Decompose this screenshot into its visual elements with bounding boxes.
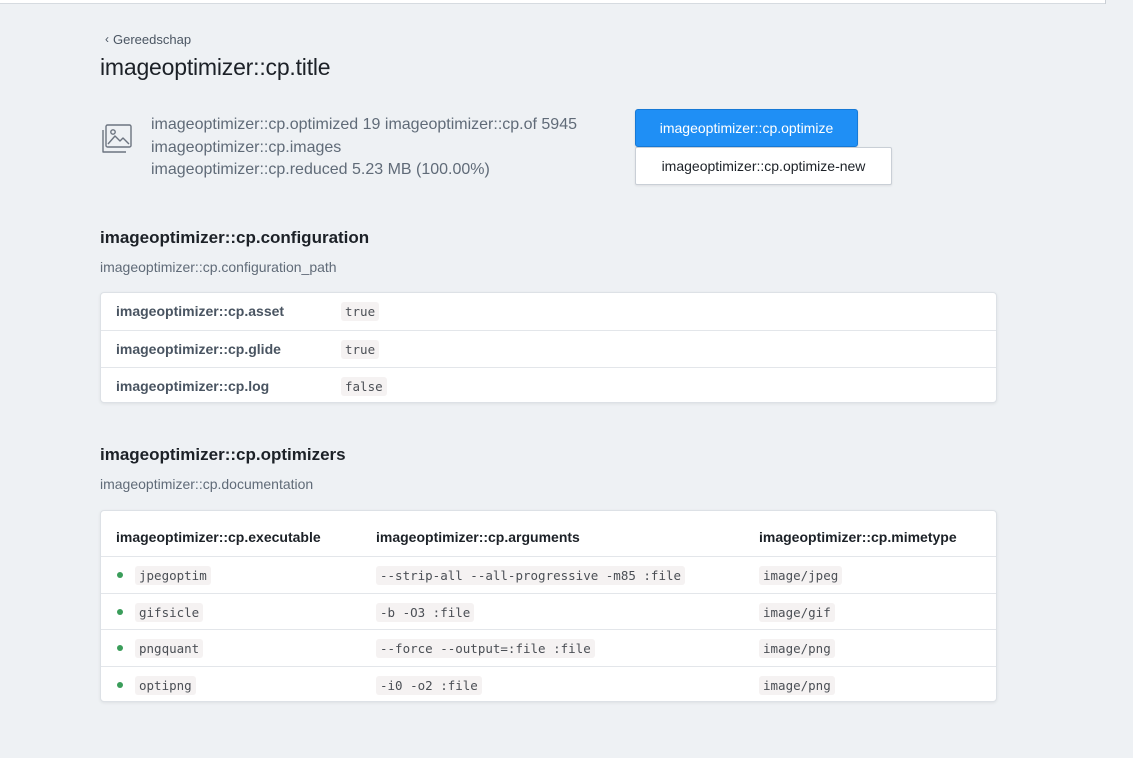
mimetype-cell: image/png — [759, 675, 835, 695]
images-icon — [102, 124, 132, 153]
optimizers-title: imageoptimizer::cp.optimizers — [100, 445, 346, 464]
top-bar-edge — [1105, 0, 1106, 4]
arguments-cell: --force --output=:file :file — [376, 639, 595, 658]
arguments-cell: -b -O3 :file — [376, 602, 475, 622]
optimization-stats: imageoptimizer::cp.optimized 19 imageopt… — [151, 114, 577, 182]
executable-cell: optipng — [135, 675, 196, 695]
status-dot-icon — [117, 572, 123, 578]
optimizers-subtitle: imageoptimizer::cp.documentation — [100, 476, 314, 492]
column-mimetype: imageoptimizer::cp.mimetype — [759, 529, 957, 545]
column-arguments: imageoptimizer::cp.arguments — [376, 529, 580, 545]
config-row: imageoptimizer::cp.asset true — [101, 293, 996, 330]
config-value: false — [341, 377, 387, 396]
status-dot-icon — [117, 645, 123, 651]
optimize-button[interactable]: imageoptimizer::cp.optimize — [635, 109, 858, 147]
arguments-cell: -i0 -o2 :file — [376, 675, 482, 695]
executable-cell: pngquant — [135, 639, 204, 658]
config-key: imageoptimizer::cp.log — [116, 378, 270, 394]
page-title: imageoptimizer::cp.title — [100, 54, 331, 80]
status-dot-icon — [117, 608, 123, 615]
mimetype-cell: image/jpeg — [759, 566, 843, 585]
table-row: gifsicle -b -O3 :file image/gif — [101, 592, 996, 630]
config-key: imageoptimizer::cp.glide — [116, 341, 281, 357]
stats-images: imageoptimizer::cp.images — [151, 138, 342, 156]
config-row: imageoptimizer::cp.glide true — [101, 330, 996, 367]
stats-reduced: imageoptimizer::cp.reduced 5.23 MB (100.… — [151, 161, 490, 178]
table-header: imageoptimizer::cp.executable imageoptim… — [101, 511, 996, 556]
config-value: true — [341, 340, 380, 359]
mimetype-cell: image/png — [759, 639, 835, 658]
executable-cell: jpegoptim — [135, 566, 211, 585]
column-executable: imageoptimizer::cp.executable — [116, 529, 321, 545]
executable-cell: gifsicle — [135, 602, 204, 622]
table-row: optipng -i0 -o2 :file image/png — [101, 665, 996, 703]
config-key: imageoptimizer::cp.asset — [116, 303, 285, 319]
config-row: imageoptimizer::cp.log false — [101, 367, 996, 404]
top-bar — [0, 0, 1105, 4]
optimizers-table: imageoptimizer::cp.executable imageoptim… — [100, 510, 997, 702]
table-row: jpegoptim --strip-all --all-progressive … — [101, 556, 996, 593]
table-row: pngquant --force --output=:file :file im… — [101, 629, 996, 666]
chevron-left-icon: ‹ — [105, 32, 109, 46]
arguments-cell: --strip-all --all-progressive -m85 :file — [376, 566, 686, 585]
breadcrumb[interactable]: ‹ Gereedschap — [105, 30, 191, 48]
configuration-title: imageoptimizer::cp.configuration — [100, 228, 370, 247]
configuration-table: imageoptimizer::cp.asset true imageoptim… — [100, 292, 997, 403]
status-dot-icon — [117, 681, 123, 688]
breadcrumb-label: Gereedschap — [113, 31, 192, 47]
stats-optimized: imageoptimizer::cp.optimized 19 imageopt… — [151, 116, 577, 133]
config-value: true — [341, 302, 380, 321]
configuration-subtitle: imageoptimizer::cp.configuration_path — [100, 259, 337, 275]
mimetype-cell: image/gif — [759, 602, 835, 622]
optimize-new-button[interactable]: imageoptimizer::cp.optimize-new — [635, 147, 892, 185]
